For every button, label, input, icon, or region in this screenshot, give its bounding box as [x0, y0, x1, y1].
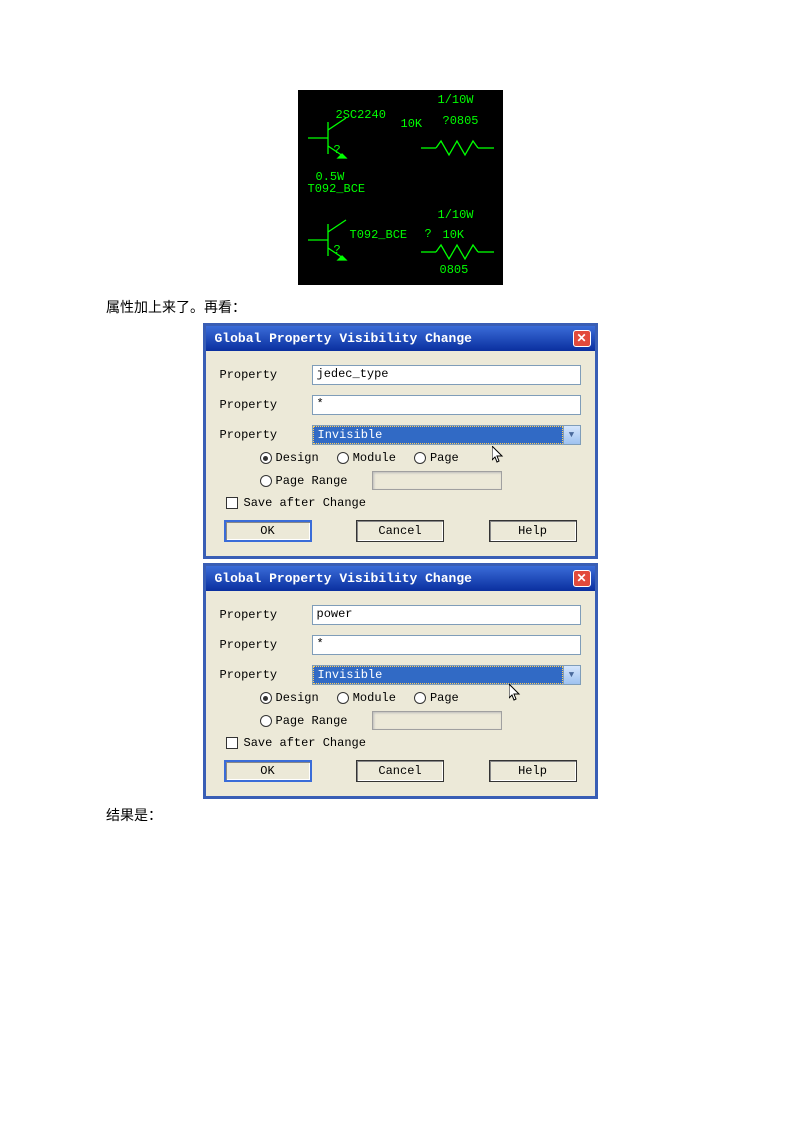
property-visibility-label: Property — [220, 428, 312, 442]
radio-module[interactable] — [337, 692, 349, 704]
visibility-value: Invisible — [313, 426, 563, 444]
page-range-input[interactable] — [372, 471, 502, 490]
radio-page-label: Page — [430, 691, 459, 705]
radio-page-range[interactable] — [260, 715, 272, 727]
property-visibility-label: Property — [220, 668, 312, 682]
radio-design[interactable] — [260, 452, 272, 464]
ok-button[interactable]: OK — [224, 760, 312, 782]
sch-label: 0805 — [440, 263, 469, 277]
schematic-preview: 1/10W 2SC2240 10K ?0805 ? 0.5W T092_BCE … — [298, 90, 503, 285]
chevron-down-icon: ▼ — [563, 666, 580, 684]
help-button[interactable]: Help — [489, 520, 577, 542]
ok-button[interactable]: OK — [224, 520, 312, 542]
radio-page-range-label: Page Range — [276, 474, 348, 488]
visibility-select[interactable]: Invisible ▼ — [312, 425, 581, 445]
dialog-title-text: Global Property Visibility Change — [215, 571, 472, 586]
cancel-button[interactable]: Cancel — [356, 760, 444, 782]
chevron-down-icon: ▼ — [563, 426, 580, 444]
close-button[interactable]: ✕ — [573, 330, 591, 347]
help-button[interactable]: Help — [489, 760, 577, 782]
dialog-1: Global Property Visibility Change ✕ Prop… — [203, 323, 598, 559]
radio-design-label: Design — [276, 691, 319, 705]
sch-label: 10K — [443, 228, 465, 242]
sch-label: 1/10W — [438, 93, 474, 107]
visibility-value: Invisible — [313, 666, 563, 684]
save-after-label: Save after Change — [244, 736, 366, 750]
radio-page-range-label: Page Range — [276, 714, 348, 728]
sch-label: ? — [334, 243, 341, 257]
caption-2: 结果是： — [106, 805, 800, 825]
caption-1: 属性加上来了。再看： — [106, 297, 800, 317]
save-after-label: Save after Change — [244, 496, 366, 510]
property-label: Property — [220, 398, 312, 412]
sch-label: T092_BCE — [350, 228, 408, 242]
property-value-input[interactable]: * — [312, 635, 581, 655]
property-label: Property — [220, 608, 312, 622]
dialog-title-text: Global Property Visibility Change — [215, 331, 472, 346]
property-name-input[interactable]: power — [312, 605, 581, 625]
sch-label: ?0805 — [443, 114, 479, 128]
close-button[interactable]: ✕ — [573, 570, 591, 587]
radio-design[interactable] — [260, 692, 272, 704]
radio-page[interactable] — [414, 692, 426, 704]
sch-label: 10K — [401, 117, 423, 131]
cancel-button[interactable]: Cancel — [356, 520, 444, 542]
property-value-input[interactable]: * — [312, 395, 581, 415]
radio-module-label: Module — [353, 691, 396, 705]
radio-page[interactable] — [414, 452, 426, 464]
dialog-2: Global Property Visibility Change ✕ Prop… — [203, 563, 598, 799]
radio-module-label: Module — [353, 451, 396, 465]
sch-label: 1/10W — [438, 208, 474, 222]
dialog-titlebar: Global Property Visibility Change ✕ — [206, 326, 595, 351]
dialog-titlebar: Global Property Visibility Change ✕ — [206, 566, 595, 591]
radio-page-label: Page — [430, 451, 459, 465]
property-label: Property — [220, 638, 312, 652]
radio-page-range[interactable] — [260, 475, 272, 487]
page-range-input[interactable] — [372, 711, 502, 730]
save-after-checkbox[interactable] — [226, 497, 238, 509]
property-label: Property — [220, 368, 312, 382]
sch-label: 2SC2240 — [336, 108, 386, 122]
radio-design-label: Design — [276, 451, 319, 465]
sch-label: ? — [334, 143, 341, 157]
sch-label: ? — [425, 227, 432, 241]
save-after-checkbox[interactable] — [226, 737, 238, 749]
sch-label: T092_BCE — [308, 182, 366, 196]
property-name-input[interactable]: jedec_type — [312, 365, 581, 385]
visibility-select[interactable]: Invisible ▼ — [312, 665, 581, 685]
radio-module[interactable] — [337, 452, 349, 464]
